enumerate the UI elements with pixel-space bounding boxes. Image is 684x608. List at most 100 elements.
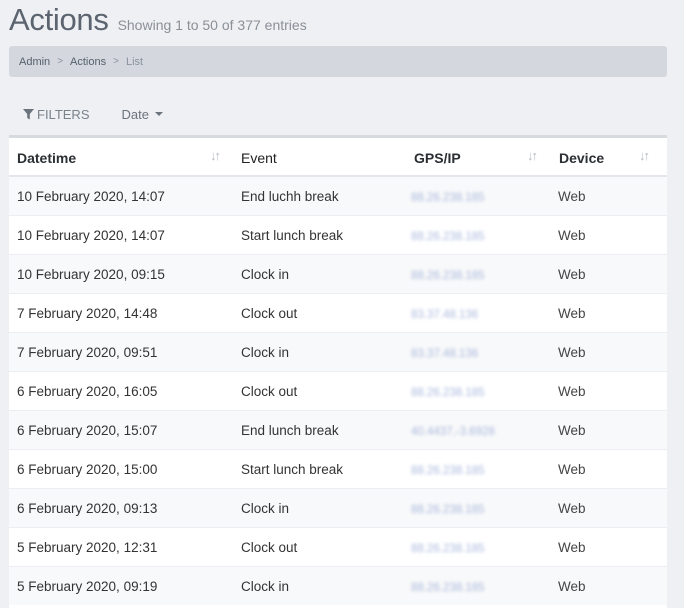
cell-event: Clock in	[235, 332, 406, 372]
date-filter-dropdown[interactable]: Date	[104, 100, 181, 128]
table-row[interactable]: 6 February 2020, 09:13 Clock in 88.26.238.…	[9, 488, 667, 528]
sort-icon[interactable]: ↓↑	[210, 148, 221, 163]
cell-datetime: 10 February 2020, 09:15	[9, 254, 235, 294]
cell-gps-ip: 40.4437,-3.6928	[406, 410, 555, 450]
column-header-gps-ip[interactable]: GPS/IP ↓↑	[406, 138, 555, 177]
cell-device: Web	[555, 293, 667, 333]
sort-icon[interactable]: ↓↑	[527, 148, 538, 163]
cell-datetime: 7 February 2020, 09:51	[9, 332, 235, 372]
column-header-device[interactable]: Device ↓↑	[555, 138, 667, 177]
cell-datetime: 6 February 2020, 09:13	[9, 488, 235, 528]
table-row[interactable]: 7 February 2020, 09:51 Clock in 83.37.48.1…	[9, 332, 667, 372]
sort-icon[interactable]: ↓↑	[639, 148, 650, 163]
cell-event: Clock out	[235, 371, 406, 411]
cell-device-text: Web	[558, 422, 586, 438]
cell-event-text: Clock in	[241, 266, 290, 282]
table-row[interactable]: 5 February 2020, 12:31 Clock out 88.26.238…	[9, 527, 667, 567]
table-row[interactable]: 6 February 2020, 16:05 Clock out 88.26.238…	[9, 371, 667, 411]
cell-gps-ip-text: 88.26.238.185	[411, 386, 485, 399]
cell-datetime: 10 February 2020, 14:07	[9, 215, 235, 255]
cell-datetime-text: 6 February 2020, 16:05	[17, 383, 158, 399]
cell-device-text: Web	[558, 461, 586, 477]
cell-gps-ip-text: 88.26.238.185	[411, 581, 485, 594]
table-row[interactable]: 7 February 2020, 14:48 Clock out 83.37.48.…	[9, 293, 667, 333]
table-row[interactable]: 6 February 2020, 15:07 End lunch break 40.…	[9, 410, 667, 450]
cell-datetime-text: 5 February 2020, 12:31	[17, 539, 158, 555]
cell-device-text: Web	[558, 500, 586, 516]
table-row[interactable]: 10 February 2020, 14:07 Start lunch break…	[9, 215, 667, 255]
cell-device: Web	[555, 175, 667, 216]
cell-device-text: Web	[558, 305, 586, 321]
table-header-row: Datetime ↓↑ Event GPS/IP ↓↑ Device ↓↑	[9, 138, 667, 177]
cell-event-text: Clock out	[241, 539, 298, 555]
cell-datetime-text: 10 February 2020, 14:07	[17, 188, 165, 204]
cell-device: Web	[555, 488, 667, 528]
cell-gps-ip-text: 88.26.238.185	[411, 503, 485, 516]
breadcrumb-actions[interactable]: Actions	[70, 56, 106, 68]
cell-event-text: Clock in	[241, 578, 290, 594]
cell-gps-ip-text: 83.37.48.136	[411, 347, 479, 360]
cell-event: Clock in	[235, 488, 406, 528]
cell-datetime: 10 February 2020, 14:07	[9, 175, 235, 216]
table-row[interactable]: 10 February 2020, 09:15 Clock in 88.26.238…	[9, 254, 667, 294]
cell-event: Clock in	[235, 566, 406, 605]
cell-device-text: Web	[558, 227, 586, 243]
cell-event-text: Clock in	[241, 344, 290, 360]
breadcrumb: Admin > Actions > List	[9, 46, 667, 77]
cell-event-text: End luchh break	[241, 188, 339, 204]
page-title: Actions	[9, 2, 109, 37]
cell-gps-ip: 83.37.48.136	[406, 332, 555, 372]
column-header-datetime[interactable]: Datetime ↓↑	[9, 138, 235, 177]
cell-gps-ip-text: 88.26.238.185	[411, 191, 485, 204]
cell-gps-ip: 88.26.238.185	[406, 175, 555, 216]
cell-datetime: 5 February 2020, 12:31	[9, 527, 235, 567]
cell-datetime: 5 February 2020, 09:19	[9, 566, 235, 605]
cell-event: Start lunch break	[235, 449, 406, 489]
cell-device: Web	[555, 371, 667, 411]
cell-gps-ip-text: 88.26.238.185	[411, 230, 485, 243]
column-header-event: Event	[235, 138, 406, 177]
cell-gps-ip-text: 88.26.238.185	[411, 269, 485, 282]
cell-gps-ip: 88.26.238.185	[406, 566, 555, 605]
table-row[interactable]: 5 February 2020, 09:19 Clock in 88.26.238.…	[9, 566, 667, 605]
breadcrumb-admin[interactable]: Admin	[19, 56, 50, 68]
cell-gps-ip-text: 88.26.238.185	[411, 542, 485, 555]
cell-event-text: Clock out	[241, 305, 298, 321]
filters-label: FILTERS	[37, 106, 90, 122]
cell-datetime-text: 5 February 2020, 09:19	[17, 578, 158, 594]
breadcrumb-current: List	[125, 55, 144, 68]
cell-event-text: Clock out	[241, 383, 298, 399]
cell-device: Web	[555, 449, 667, 489]
cell-device-text: Web	[558, 539, 586, 555]
date-filter-label: Date	[121, 106, 149, 122]
cell-device: Web	[555, 566, 667, 605]
cell-datetime: 6 February 2020, 15:07	[9, 410, 235, 450]
cell-datetime: 6 February 2020, 15:00	[9, 449, 235, 489]
cell-datetime: 6 February 2020, 16:05	[9, 371, 235, 411]
filters-bar: FILTERS Date	[9, 100, 181, 128]
cell-gps-ip: 88.26.238.185	[406, 254, 555, 294]
cell-datetime-text: 6 February 2020, 15:00	[17, 461, 158, 477]
cell-datetime-text: 10 February 2020, 14:07	[17, 227, 165, 243]
caret-down-icon	[154, 112, 163, 116]
actions-table: Datetime ↓↑ Event GPS/IP ↓↑ Device ↓↑ 10…	[9, 135, 667, 608]
cell-event: End luchh break	[235, 175, 406, 216]
cell-device: Web	[555, 332, 667, 372]
table-row[interactable]: 6 February 2020, 15:00 Start lunch break 8…	[9, 449, 667, 489]
cell-event: Clock out	[235, 293, 406, 333]
cell-gps-ip-text: 88.26.238.185	[411, 464, 485, 477]
cell-event-text: Start lunch break	[241, 461, 344, 477]
cell-device: Web	[555, 215, 667, 255]
cell-gps-ip: 88.26.238.185	[406, 488, 555, 528]
cell-datetime-text: 7 February 2020, 09:51	[17, 344, 158, 360]
cell-device: Web	[555, 527, 667, 567]
filters-button[interactable]: FILTERS	[9, 100, 104, 128]
table-row[interactable]: 10 February 2020, 14:07 End luchh break 88…	[9, 175, 667, 216]
cell-event-text: End lunch break	[241, 422, 339, 438]
cell-gps-ip: 88.26.238.185	[406, 371, 555, 411]
cell-event: Clock in	[235, 254, 406, 294]
cell-device-text: Web	[558, 188, 586, 204]
cell-datetime-text: 7 February 2020, 14:48	[17, 305, 158, 321]
cell-gps-ip: 88.26.238.185	[406, 449, 555, 489]
cell-gps-ip-text: 83.37.48.136	[411, 308, 479, 321]
